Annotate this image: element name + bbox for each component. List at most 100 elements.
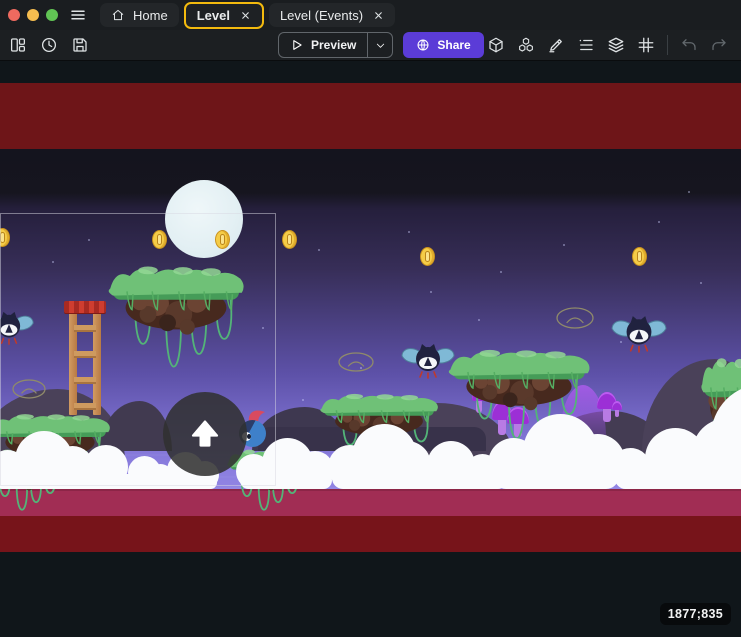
cloud-base	[493, 463, 618, 489]
scene-editor-canvas[interactable]: 1877;835	[0, 61, 741, 636]
star	[500, 271, 502, 273]
star	[563, 244, 565, 246]
redo-icon	[710, 36, 728, 54]
chevron-down-icon	[375, 40, 386, 51]
close-icon	[373, 10, 384, 21]
tab-level-events[interactable]: Level (Events)	[269, 3, 395, 27]
save-button[interactable]	[68, 33, 92, 57]
floating-island-platform[interactable]	[446, 346, 592, 408]
layers-button[interactable]	[604, 33, 628, 57]
preview-button-label: Preview	[311, 38, 356, 52]
background-red-band	[0, 83, 741, 149]
game-scene[interactable]	[0, 149, 741, 552]
object-outline[interactable]	[12, 379, 46, 399]
grid-button[interactable]	[634, 33, 658, 57]
star	[430, 291, 432, 293]
history-icon	[40, 36, 58, 54]
ladder-rung	[74, 377, 96, 384]
cloud[interactable]	[692, 427, 741, 489]
ladder[interactable]	[64, 301, 106, 415]
close-window-button[interactable]	[8, 9, 20, 21]
cloud-base	[151, 476, 217, 489]
star	[52, 261, 54, 263]
share-button[interactable]: Share	[403, 32, 483, 58]
toolbar-divider	[667, 35, 668, 55]
star	[408, 231, 410, 233]
object-outline[interactable]	[556, 307, 594, 329]
object-groups-button[interactable]	[514, 33, 538, 57]
undo-icon	[680, 36, 698, 54]
scene-toolbar: Preview Share	[0, 30, 741, 61]
moon[interactable]	[165, 180, 243, 258]
coin[interactable]	[420, 247, 435, 266]
star	[700, 282, 702, 284]
panels-button[interactable]	[6, 33, 30, 57]
touch-up-arrow-button[interactable]	[163, 392, 247, 476]
zoom-button[interactable]	[737, 33, 741, 57]
redo-button[interactable]	[707, 33, 731, 57]
ground-pink-band	[0, 489, 741, 516]
object-groups-icon	[517, 36, 535, 54]
cloud-base	[695, 453, 741, 489]
coin[interactable]	[215, 230, 230, 249]
history-button[interactable]	[37, 33, 61, 57]
tab-bar: Home Level Level (Events)	[100, 0, 395, 30]
coin-slot	[287, 234, 292, 245]
home-icon	[111, 8, 125, 22]
gdevelop-window: Home Level Level (Events)	[0, 0, 741, 637]
coin[interactable]	[282, 230, 297, 249]
bat-enemy[interactable]	[610, 313, 668, 355]
ladder-top-cap	[64, 301, 106, 313]
coin[interactable]	[632, 247, 647, 266]
coin-slot	[637, 251, 642, 262]
cloud[interactable]	[488, 445, 624, 489]
globe-icon	[416, 38, 430, 52]
coin-slot	[425, 251, 430, 262]
floating-island-platform[interactable]	[106, 262, 246, 332]
coin[interactable]	[152, 230, 167, 249]
bat-enemy[interactable]	[0, 309, 35, 347]
arrow-up-icon	[183, 412, 227, 456]
minimize-window-button[interactable]	[27, 9, 39, 21]
close-icon	[240, 10, 251, 21]
bat-enemy[interactable]	[400, 341, 456, 381]
properties-button[interactable]	[544, 33, 568, 57]
properties-pencil-icon	[547, 36, 565, 54]
cursor-coordinates: 1877;835	[660, 603, 731, 625]
instances-list-button[interactable]	[574, 33, 598, 57]
star	[302, 399, 304, 401]
cloud-base	[240, 472, 332, 489]
star	[262, 327, 264, 329]
objects-editor-button[interactable]	[484, 33, 508, 57]
star	[478, 319, 480, 321]
purple-mushroom[interactable]	[612, 401, 622, 417]
ladder-rung	[74, 351, 96, 358]
tab-level-events-close-button[interactable]	[373, 10, 384, 21]
objects-cube-icon	[487, 36, 505, 54]
tab-level-events-label: Level (Events)	[280, 8, 363, 23]
coin-slot	[0, 232, 5, 243]
layers-icon	[607, 36, 625, 54]
instances-list-icon	[577, 36, 595, 54]
star	[658, 221, 660, 223]
save-icon	[71, 36, 89, 54]
tab-home-label: Home	[133, 8, 168, 23]
cloud[interactable]	[236, 459, 336, 489]
project-manager-button[interactable]	[69, 6, 87, 24]
tab-home[interactable]: Home	[100, 3, 179, 27]
preview-options-button[interactable]	[368, 33, 392, 57]
titlebar: Home Level Level (Events)	[0, 0, 741, 30]
ladder-rung	[74, 403, 96, 410]
tab-level-label: Level	[197, 8, 230, 23]
grid-icon	[637, 36, 655, 54]
preview-button[interactable]: Preview	[278, 32, 393, 58]
undo-button[interactable]	[677, 33, 701, 57]
tab-level-close-button[interactable]	[240, 10, 251, 21]
coin-slot	[220, 234, 225, 245]
tab-level[interactable]: Level	[184, 2, 264, 29]
player-pupil	[247, 434, 251, 439]
maximize-window-button[interactable]	[46, 9, 58, 21]
toolbar-left-group	[6, 33, 92, 57]
object-outline[interactable]	[338, 352, 374, 372]
coin-slot	[157, 234, 162, 245]
